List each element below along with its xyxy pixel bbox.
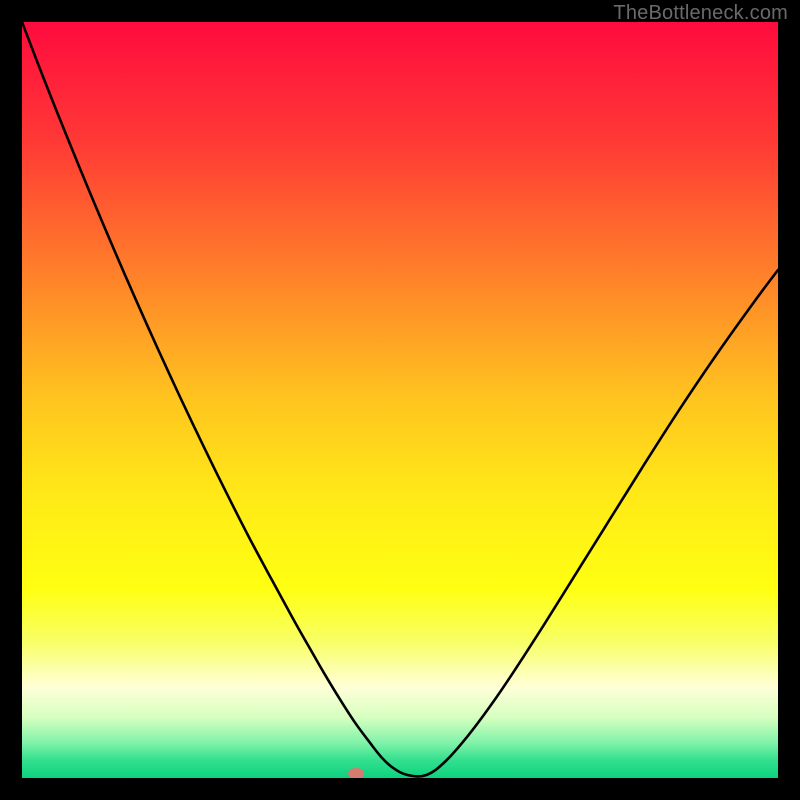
plot-area	[22, 22, 778, 778]
chart-frame: TheBottleneck.com	[0, 0, 800, 800]
gradient-background	[22, 22, 778, 778]
watermark-text: TheBottleneck.com	[613, 2, 788, 25]
chart-svg	[22, 22, 778, 778]
